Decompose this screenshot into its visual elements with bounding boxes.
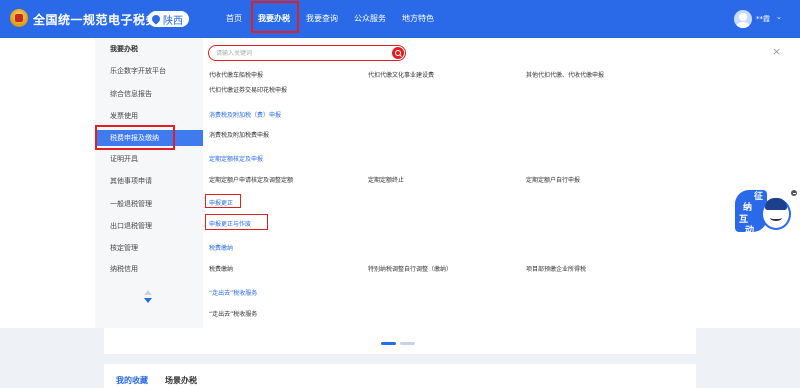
sidebar-highlight-box [95, 125, 175, 150]
sidebar-item-invoice[interactable]: 发票使用 [95, 108, 203, 124]
nav-public-service[interactable]: 公众服务 [346, 0, 394, 38]
tax-emblem-icon [10, 9, 28, 27]
tab-scene-tax[interactable]: 场景办税 [165, 375, 197, 386]
link-project-prepay[interactable]: 项目部预缴企业所得税 [526, 264, 586, 273]
sidebar-item-export-refund[interactable]: 出口退税管理 [95, 218, 203, 234]
category-fixed-quota[interactable]: 定期定额核定及申报 [209, 154, 263, 163]
minimize-icon[interactable] [791, 190, 797, 196]
region-label: 陕西 [163, 15, 183, 27]
sidebar-item-credit[interactable]: 纳税信用 [95, 261, 203, 277]
user-avatar-icon[interactable] [734, 10, 752, 28]
nav-query[interactable]: 我要查询 [298, 0, 346, 38]
link-consumption-tax[interactable]: 消费税及附加税费申报 [209, 130, 269, 139]
sidebar-title: 我要办税 [110, 45, 138, 53]
banner-card [104, 328, 696, 354]
scroll-arrows-icon[interactable] [143, 290, 153, 304]
helper-char-4: 动 [745, 226, 755, 236]
sidebar-item-certificate[interactable]: 证明开具 [95, 151, 203, 167]
sidebar-item-leqi[interactable]: 乐企数字开放平台 [95, 63, 203, 79]
link-other-withholding[interactable]: 其他代扣代缴、代收代缴申报 [526, 70, 604, 79]
link-go-out-service[interactable]: “走出去”税收服务 [209, 309, 257, 318]
category-go-out[interactable]: “走出去”税收服务 [209, 288, 257, 297]
chevron-down-icon[interactable]: ⌄ [776, 13, 782, 21]
tax-interaction-widget[interactable]: 征 纳 互 动 [735, 188, 793, 238]
link-special-adjustment[interactable]: 特别纳税调整自行调整（缴纳） [368, 264, 452, 273]
sidebar-item-refund[interactable]: 一般退税管理 [95, 196, 203, 212]
search-icon[interactable] [392, 47, 404, 59]
nav-local-feature[interactable]: 地方特色 [394, 0, 442, 38]
location-pin-icon [150, 13, 162, 25]
void-highlight-box [205, 214, 268, 230]
correction-highlight-box [205, 194, 241, 208]
user-name[interactable]: **霞 [756, 14, 770, 24]
link-securities-stamp-tax[interactable]: 代扣代缴证券交易印花税申报 [209, 85, 287, 94]
sidebar-item-other-apply[interactable]: 其他事项申请 [95, 173, 203, 189]
nav-home[interactable]: 首页 [218, 0, 250, 38]
link-fixed-quota-self-filing[interactable]: 定期定额户自行申报 [526, 175, 580, 184]
carousel-dot-active[interactable] [381, 342, 396, 345]
sidebar-item-assessment[interactable]: 核定管理 [95, 240, 203, 256]
link-fixed-quota-apply[interactable]: 定期定额户申请核定及调整定额 [209, 175, 293, 184]
sidebar-item-info-report[interactable]: 综合信息报告 [95, 86, 203, 102]
category-tax-payment[interactable]: 税费缴纳 [209, 243, 233, 252]
link-fixed-quota-terminate[interactable]: 定期定额终止 [368, 175, 404, 184]
tab-my-favorites[interactable]: 我的收藏 [116, 375, 148, 386]
search-box [208, 45, 406, 61]
category-consumption-tax[interactable]: 消费税及附加税（费）申报 [209, 110, 281, 119]
carousel-dot[interactable] [400, 342, 415, 345]
region-selector[interactable]: 陕西 [148, 11, 189, 27]
link-culture-fee[interactable]: 代扣代缴文化事业建设费 [368, 70, 434, 79]
link-vehicle-vessel-tax[interactable]: 代收代缴车船税申报 [209, 70, 263, 79]
police-mascot-icon [761, 198, 791, 230]
nav-highlight-box [251, 1, 299, 33]
search-input[interactable] [216, 48, 386, 58]
close-icon[interactable]: × [772, 46, 781, 57]
helper-char-1: 征 [754, 192, 764, 202]
link-tax-payment[interactable]: 税费缴纳 [209, 264, 233, 273]
